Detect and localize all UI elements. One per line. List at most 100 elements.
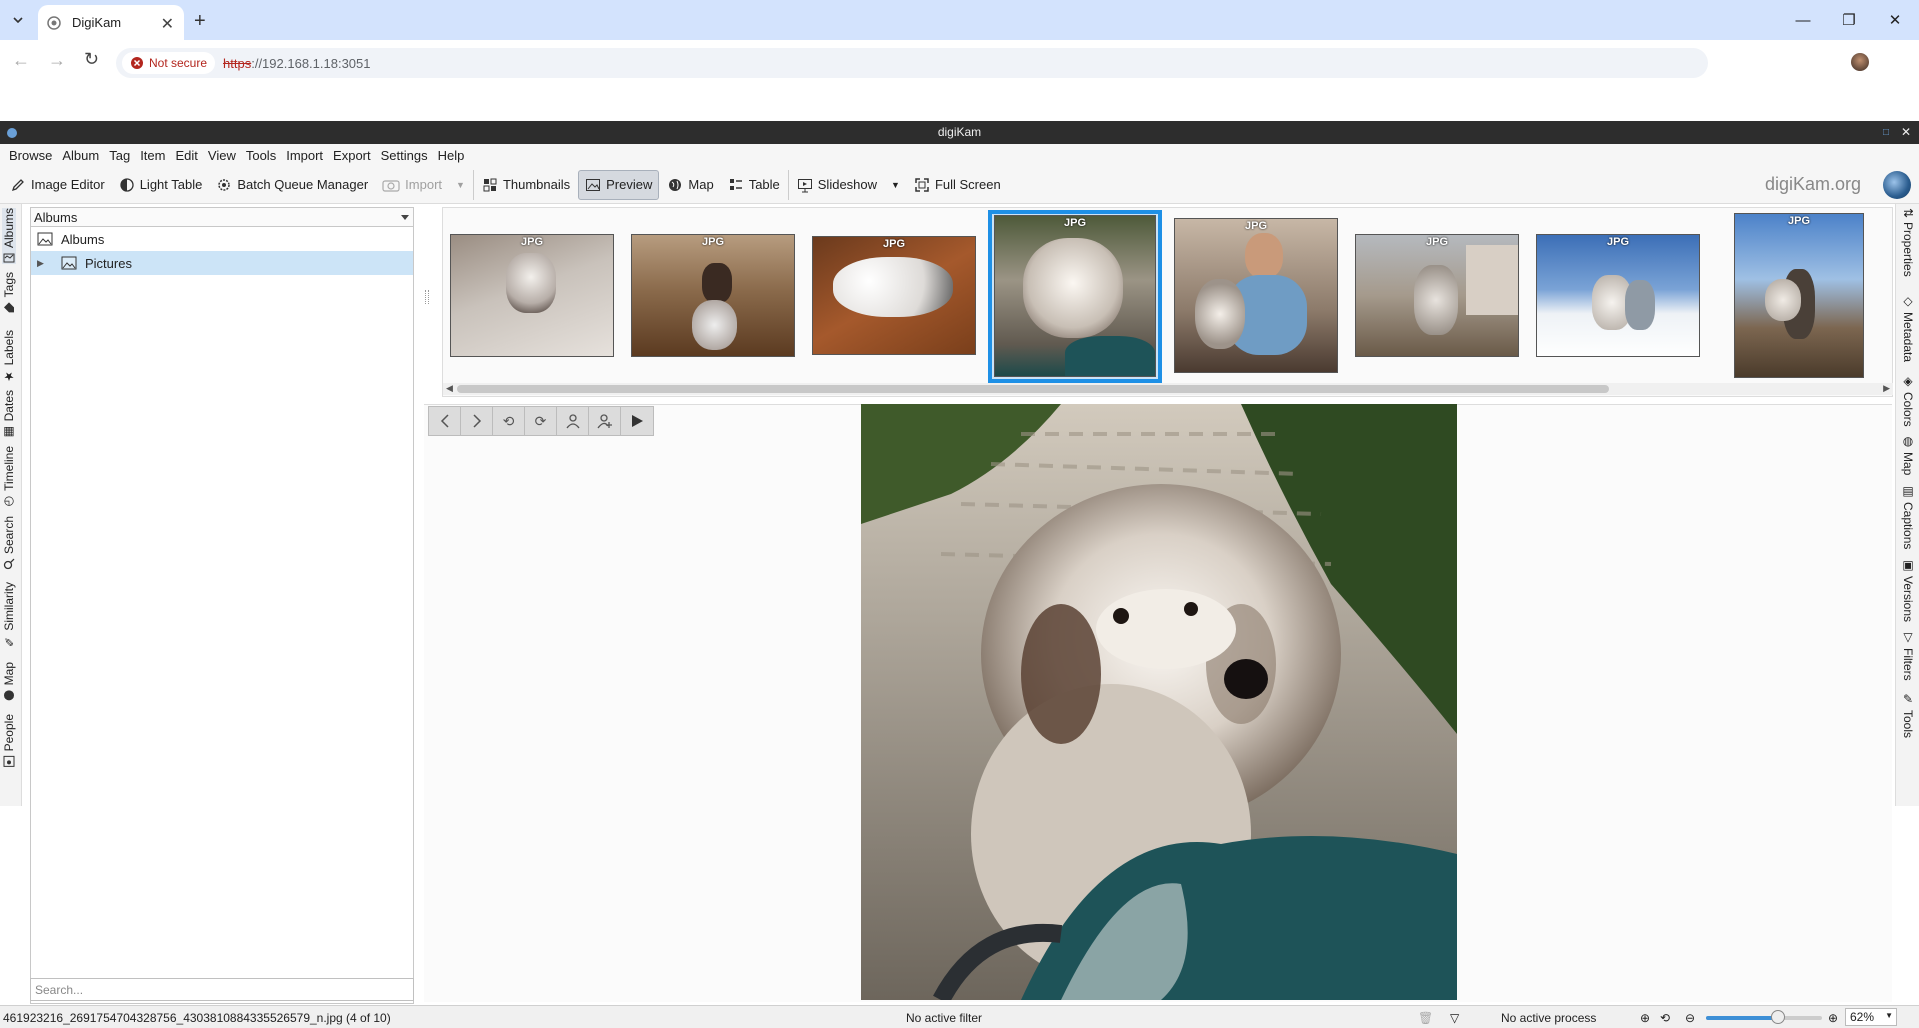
new-tab-button[interactable]: + xyxy=(194,10,206,33)
tab-tags[interactable]: Tags xyxy=(2,272,16,313)
menu-import[interactable]: Import xyxy=(281,148,328,163)
menu-tools[interactable]: Tools xyxy=(241,148,281,163)
thumbnail-5[interactable]: JPG xyxy=(1174,218,1338,373)
tab-people[interactable]: People xyxy=(2,714,16,767)
tab-versions[interactable]: ▣ Versions xyxy=(1901,558,1915,622)
full-screen-button[interactable]: Full Screen xyxy=(908,170,1007,200)
menu-export[interactable]: Export xyxy=(328,148,376,163)
map-button[interactable]: Map xyxy=(661,170,719,200)
previous-icon[interactable] xyxy=(429,407,461,435)
zoom-slider[interactable] xyxy=(1706,1016,1822,1020)
menu-edit[interactable]: Edit xyxy=(170,148,202,163)
tab-metadata[interactable]: ◇ Metadata xyxy=(1901,294,1915,362)
close-tab-icon[interactable]: ✕ xyxy=(161,14,174,34)
tab-properties[interactable]: ⇅ Properties xyxy=(1901,208,1915,277)
preview-button[interactable]: Preview xyxy=(578,169,660,200)
person-icon[interactable] xyxy=(557,407,589,435)
tab-filters[interactable]: ▽ Filters xyxy=(1901,630,1915,681)
slideshow-button[interactable]: Slideshow ▼ xyxy=(787,169,906,200)
tree-item-pictures[interactable]: ▶ Pictures xyxy=(31,251,413,275)
menu-settings[interactable]: Settings xyxy=(376,148,433,163)
thumbnail-7[interactable]: JPG xyxy=(1536,234,1700,357)
tab-colors-label: Colors xyxy=(1901,392,1915,427)
thumbnail-2[interactable]: JPG xyxy=(631,234,795,357)
maximize-app-icon[interactable]: □ xyxy=(1883,121,1889,144)
thumbnail-3[interactable]: JPG xyxy=(812,236,976,355)
tab-captions[interactable]: ▤ Captions xyxy=(1901,484,1915,549)
browser-tab[interactable]: DigiKam ✕ xyxy=(38,5,184,40)
thumbnails-button[interactable]: Thumbnails xyxy=(472,169,576,200)
tab-colors[interactable]: ◈ Colors xyxy=(1901,374,1915,427)
tab-dates[interactable]: ▦ Dates xyxy=(2,390,16,439)
menu-help[interactable]: Help xyxy=(433,148,470,163)
back-icon[interactable]: ← xyxy=(12,50,30,71)
zoom-value-box[interactable]: 62% ▼ xyxy=(1845,1008,1897,1026)
profile-avatar[interactable] xyxy=(1851,53,1869,71)
table-button[interactable]: Table xyxy=(722,170,786,200)
play-icon[interactable] xyxy=(621,407,653,435)
tab-people-label: People xyxy=(2,714,16,752)
thumbnail-8[interactable]: JPG xyxy=(1734,213,1864,378)
tab-search[interactable]: Search xyxy=(2,516,16,570)
minimize-icon[interactable]: — xyxy=(1780,6,1826,34)
tab-similarity[interactable]: ✎ Similarity xyxy=(2,582,16,649)
import-dropdown-icon[interactable]: ▼ xyxy=(456,180,465,190)
app-title: digiKam xyxy=(937,125,982,139)
thumbnail-6[interactable]: JPG xyxy=(1355,234,1519,357)
trash-icon[interactable]: 🗑 xyxy=(1418,1011,1433,1025)
tab-right-map-label: Map xyxy=(1901,452,1915,476)
tab-labels[interactable]: ★ Labels xyxy=(2,330,16,383)
forward-icon[interactable]: → xyxy=(48,50,66,71)
scrollbar-thumb[interactable] xyxy=(457,385,1609,393)
light-table-button[interactable]: Light Table xyxy=(113,170,209,200)
tab-tools[interactable]: ✎ Tools xyxy=(1901,692,1915,738)
restore-icon[interactable]: ❐ xyxy=(1826,6,1872,34)
expand-arrow-icon[interactable]: ▶ xyxy=(37,258,51,269)
zoom-slider-fill xyxy=(1706,1016,1778,1020)
menu-item[interactable]: Item xyxy=(135,148,170,163)
left-sidebar-tabs: Albums Tags ★ Labels ▦ Dates ◷ Timeline Sea… xyxy=(0,204,22,806)
tab-map[interactable]: Map xyxy=(2,662,16,701)
zoom-dropdown-icon[interactable]: ▼ xyxy=(1885,1011,1893,1020)
tree-item-albums[interactable]: Albums xyxy=(31,227,413,251)
close-window-icon[interactable]: ✕ xyxy=(1872,6,1918,34)
thumbnail-scrollbar[interactable]: ◀ ▶ xyxy=(443,383,1893,395)
scroll-left-icon[interactable]: ◀ xyxy=(446,383,453,394)
zoom-reset-icon[interactable]: ⟲ xyxy=(1660,1011,1670,1025)
import-button[interactable]: Import ▼ xyxy=(376,170,471,200)
next-icon[interactable] xyxy=(461,407,493,435)
slideshow-dropdown-icon[interactable]: ▼ xyxy=(891,180,900,190)
add-person-icon[interactable] xyxy=(589,407,621,435)
url-text[interactable]: https://192.168.1.18:3051 xyxy=(223,56,370,71)
rotate-left-icon[interactable]: ⟲ xyxy=(493,407,525,435)
filter-icon[interactable]: ▽ xyxy=(1450,1011,1459,1025)
thumbnail-1[interactable]: JPG xyxy=(450,234,614,357)
zoom-in-icon[interactable]: ⊕ xyxy=(1828,1011,1838,1025)
jpg-badge: JPG xyxy=(1787,215,1810,227)
zoom-fit-icon[interactable]: ⊕ xyxy=(1640,1011,1650,1025)
scroll-right-icon[interactable]: ▶ xyxy=(1883,383,1890,394)
reload-icon[interactable]: ↻ xyxy=(84,49,99,70)
tab-timeline[interactable]: ◷ Timeline xyxy=(2,446,16,509)
menu-tag[interactable]: Tag xyxy=(104,148,135,163)
close-app-icon[interactable]: ✕ xyxy=(1901,121,1911,144)
menu-browse[interactable]: Browse xyxy=(4,148,57,163)
tab-albums[interactable]: Albums xyxy=(2,208,16,265)
rotate-right-icon[interactable]: ⟳ xyxy=(525,407,557,435)
view-select[interactable]: Albums xyxy=(31,208,413,227)
status-filter: No active filter xyxy=(906,1011,983,1025)
strip-handle[interactable] xyxy=(425,290,429,304)
album-search-input[interactable] xyxy=(30,978,414,1001)
thumbnail-4[interactable]: JPG xyxy=(994,215,1156,377)
security-badge[interactable]: Not secure xyxy=(122,52,216,74)
zoom-out-icon[interactable]: ⊖ xyxy=(1685,1011,1695,1025)
tab-right-map[interactable]: ◍ Map xyxy=(1901,434,1915,475)
tab-search-button[interactable] xyxy=(8,10,28,30)
batch-queue-button[interactable]: Batch Queue Manager xyxy=(210,170,374,200)
tab-map-label: Map xyxy=(2,662,16,686)
image-editor-button[interactable]: Image Editor xyxy=(4,170,111,200)
zoom-slider-handle[interactable] xyxy=(1771,1010,1785,1024)
menu-view[interactable]: View xyxy=(203,148,241,163)
menu-album[interactable]: Album xyxy=(57,148,104,163)
address-bar[interactable]: Not secure https://192.168.1.18:3051 xyxy=(116,48,1708,78)
